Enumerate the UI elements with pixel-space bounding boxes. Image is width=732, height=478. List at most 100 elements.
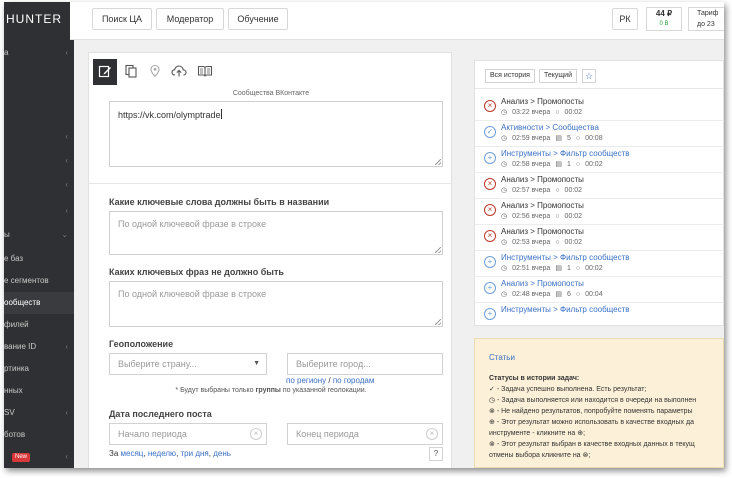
sidebar-item-label: ртинка	[4, 364, 29, 373]
sidebar-item-3[interactable]: ‹	[4, 174, 74, 196]
history-duration: 00:02	[564, 213, 583, 220]
resize-handle[interactable]	[435, 247, 441, 253]
exclude-keywords-textarea[interactable]: По одной ключевой фразе в строке	[109, 281, 443, 327]
clock-icon: ◷	[501, 213, 508, 220]
period-week-link[interactable]: неделю	[148, 449, 176, 458]
star-icon[interactable]: ☆	[582, 69, 596, 83]
include-keywords-textarea[interactable]: По одной ключевой фразе в строке	[109, 211, 443, 255]
location-tool-button[interactable]	[143, 59, 167, 85]
history-duration: 00:02	[564, 239, 583, 246]
period-end-input[interactable]: Конец периода ×	[287, 423, 443, 445]
app-logo[interactable]: HUNTER	[4, 2, 70, 40]
tariff-label: Тариф	[697, 10, 719, 17]
sidebar-item-0[interactable]: а ‹	[4, 42, 74, 64]
select-input-icon[interactable]: +	[484, 152, 496, 164]
sidebar-item-tools[interactable]: ы ⌄	[4, 224, 74, 246]
clear-icon[interactable]: ×	[250, 428, 262, 440]
moderator-button[interactable]: Модератор	[156, 8, 224, 30]
geo-note-bold: группы	[255, 387, 281, 394]
country-select[interactable]: Выберите страну... ▼	[109, 353, 267, 375]
history-title[interactable]: Активности > Сообщества	[501, 123, 599, 132]
balance-widget[interactable]: 44 ₽ 0 В	[646, 7, 682, 31]
history-title[interactable]: Анализ > Промопосты	[501, 175, 584, 184]
tab-current[interactable]: Текущий	[539, 69, 577, 83]
history-row[interactable]: + Инструменты > Фильтр сообществ ◷ 02:51 …	[475, 251, 724, 277]
history-title[interactable]: Инструменты > Фильтр сообществ	[501, 305, 630, 314]
history-title[interactable]: Анализ > Промопосты	[501, 227, 584, 236]
period-start-input[interactable]: Начало периода ×	[109, 423, 267, 445]
upload-tool-button[interactable]	[167, 59, 191, 85]
country-placeholder: Выберите страну...	[118, 359, 197, 369]
sidebar-item-csv[interactable]: SV ‹	[4, 402, 74, 424]
history-meta: ◷ 02:56 вчера ○ 00:02	[501, 212, 587, 220]
history-title[interactable]: Анализ > Промопосты	[501, 97, 584, 106]
sidebar-item-communities[interactable]: ообществ	[4, 292, 74, 314]
sidebar-item-1[interactable]: ‹	[4, 126, 74, 148]
clock-icon: ◷	[501, 187, 508, 194]
select-input-icon[interactable]: +	[484, 308, 496, 320]
clear-icon[interactable]: ×	[426, 428, 438, 440]
tab-all-history[interactable]: Вся история	[485, 69, 535, 83]
legend-line: - Не найдено результатов, попробуйте пом…	[496, 408, 693, 415]
history-duration: 00:08	[585, 135, 603, 142]
history-row[interactable]: + Инструменты > Фильтр сообществ ◷ 02:58 …	[475, 147, 724, 173]
chevron-left-icon: ‹	[65, 48, 68, 57]
tariff-until: до 23	[697, 21, 715, 28]
history-row[interactable]: + Анализ > Промопосты ◷ 02:48 вчера ▤ 6 ○ 00:…	[475, 277, 724, 303]
legend-line: отмены выбора кликните на	[489, 452, 581, 459]
tariff-widget[interactable]: Тариф до 23	[688, 7, 724, 31]
articles-link[interactable]: Статьи	[489, 353, 515, 362]
audience-search-button[interactable]: Поиск ЦА	[92, 8, 152, 30]
period-month-link[interactable]: месяц	[121, 449, 144, 458]
period-three-days-link[interactable]: три дня	[181, 449, 209, 458]
history-title[interactable]: Анализ > Промопосты	[501, 279, 584, 288]
select-input-icon: ⊕	[577, 430, 584, 437]
history-time: 02:56 вчера	[512, 213, 551, 220]
sidebar-item-data[interactable]: нных	[4, 380, 74, 402]
copy-tool-button[interactable]	[119, 59, 143, 85]
by-cities-link[interactable]: по городам	[333, 376, 375, 385]
geo-note-text-end: по указанной геолокации.	[280, 387, 367, 394]
city-select[interactable]: Выберите город...	[287, 353, 443, 375]
sidebar-item-id[interactable]: вание ID ‹	[4, 336, 74, 358]
sidebar-item-segments[interactable]: е сегментов	[4, 270, 74, 292]
communities-textarea[interactable]: https://vk.com/olymptrade	[109, 101, 443, 167]
sidebar-item-bases[interactable]: е баз	[4, 248, 74, 270]
queued-status-icon: ◷	[489, 397, 496, 404]
sidebar-item-profiles[interactable]: филей	[4, 314, 74, 336]
book-tool-button[interactable]	[193, 59, 217, 85]
clock-icon: ◷	[501, 135, 508, 142]
chat-icon: ○	[555, 239, 560, 246]
training-button[interactable]: Обучение	[228, 8, 288, 30]
sidebar-item-label: ы	[4, 230, 10, 239]
select-input-icon[interactable]: +	[484, 282, 496, 294]
sidebar-item-4[interactable]: ‹	[4, 200, 74, 222]
sidebar-item-2[interactable]: ‹	[4, 150, 74, 172]
edit-tool-button[interactable]	[93, 59, 117, 85]
history-title[interactable]: Анализ > Промопосты	[501, 201, 584, 210]
history-row[interactable]: + Инструменты > Фильтр сообществ	[475, 303, 724, 325]
help-button[interactable]: ?	[429, 447, 443, 461]
copy-icon	[125, 64, 137, 78]
history-meta: ◷ 02:48 вчера ▤ 6 ○ 00:04	[501, 290, 608, 298]
top-bar: HUNTER Поиск ЦА Модератор Обучение РК 44…	[4, 2, 724, 40]
history-row[interactable]: ✓ Активности > Сообщества ◷ 02:59 вчера ▤ 5…	[475, 121, 724, 147]
history-row[interactable]: × Анализ > Промопосты ◷ 02:57 вчера ○ 00:02	[475, 173, 724, 199]
resize-handle[interactable]	[435, 159, 441, 165]
history-title[interactable]: Инструменты > Фильтр сообществ	[501, 253, 630, 262]
history-row[interactable]: × Анализ > Промопосты ◷ 03:22 вчера ○ 00:02	[475, 95, 724, 121]
history-time: 02:58 вчера	[512, 161, 551, 168]
region-button[interactable]: РК	[612, 8, 638, 30]
history-row[interactable]: × Анализ > Промопосты ◷ 02:56 вчера ○ 00:02	[475, 199, 724, 225]
sidebar-item-new[interactable]: New ‹	[4, 446, 74, 468]
select-input-icon[interactable]: +	[484, 256, 496, 268]
history-title[interactable]: Инструменты > Фильтр сообществ	[501, 149, 630, 158]
period-day-link[interactable]: день	[213, 449, 231, 458]
resize-handle[interactable]	[435, 319, 441, 325]
divider	[89, 183, 451, 184]
history-row[interactable]: × Анализ > Промопосты ◷ 02:53 вчера ○ 00:02	[475, 225, 724, 251]
sidebar-item-bots[interactable]: ботов	[4, 424, 74, 446]
history-time: 02:48 вчера	[512, 291, 551, 298]
by-region-link[interactable]: по региону	[286, 376, 326, 385]
sidebar-item-picture[interactable]: ртинка	[4, 358, 74, 380]
